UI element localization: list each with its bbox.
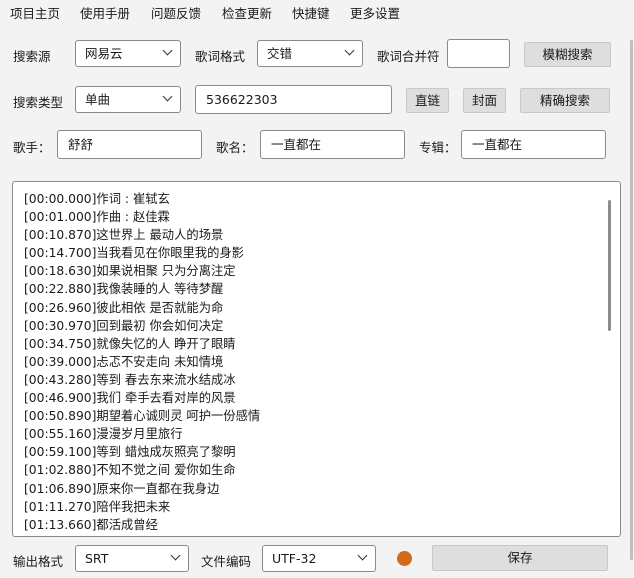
song-name-label: 歌名： (216, 140, 254, 155)
lyrics-textarea[interactable]: [00:00.000]作词 : 崔轼玄 [00:01.000]作曲 : 赵佳霖 [0… (12, 181, 621, 537)
direct-link-button[interactable]: 直链 (406, 88, 449, 113)
lyric-line: [00:01.000]作曲 : 赵佳霖 (24, 210, 170, 225)
song-name-input[interactable]: 一直都在 (260, 130, 405, 159)
encoding-select[interactable]: UTF-32 (262, 545, 376, 572)
singer-label: 歌手： (13, 140, 51, 155)
lyric-line: [00:30.970]回到最初 你会如何决定 (24, 318, 224, 333)
album-input[interactable]: 一直都在 (461, 130, 606, 159)
lyric-line: [00:34.750]就像失忆的人 睁开了眼睛 (24, 336, 236, 351)
search-type-select[interactable]: 单曲 (75, 86, 181, 113)
chevron-down-icon (162, 91, 173, 102)
lyric-line: [01:11.270]陪伴我把未来 (24, 499, 171, 514)
source-select[interactable]: 网易云 (75, 40, 181, 67)
album-label: 专辑： (419, 140, 457, 155)
lyric-line: [01:06.890]原来你一直都在我身边 (24, 481, 220, 496)
menu-shortcuts[interactable]: 快捷键 (292, 3, 330, 22)
window-scrollbar[interactable] (630, 40, 633, 560)
menu-user-manual[interactable]: 使用手册 (80, 3, 130, 22)
format-label: 歌词格式 (195, 49, 246, 64)
lyric-line: [01:13.660]都活成曾经 (24, 517, 158, 532)
lyric-line: [00:39.000]忐忑不安走向 未知情境 (24, 354, 224, 369)
search-type-value: 单曲 (85, 92, 111, 107)
output-format-select[interactable]: SRT (75, 545, 189, 572)
chevron-down-icon (170, 550, 181, 561)
output-format-label: 输出格式 (13, 554, 64, 569)
lyric-line: [00:10.870]这世界上 最动人的场景 (24, 228, 224, 243)
lyric-line: [00:55.160]漫漫岁月里旅行 (24, 427, 183, 442)
encoding-value: UTF-32 (272, 551, 317, 566)
lyric-line: [00:22.880]我像装睡的人 等待梦醒 (24, 282, 224, 297)
format-select-value: 交错 (267, 46, 293, 61)
song-id-input[interactable]: 536622303 (195, 85, 392, 114)
lyrics-scrollbar[interactable] (608, 200, 611, 331)
lyric-line: [00:46.900]我们 牵手去看对岸的风景 (24, 391, 236, 406)
lyric-line: [00:18.630]如果说相聚 只为分离注定 (24, 264, 236, 279)
status-dot-icon (397, 551, 412, 566)
format-select[interactable]: 交错 (257, 40, 363, 67)
lyric-line: [00:43.280]等到 春去东来流水结成冰 (24, 372, 236, 387)
lyric-line: [00:59.100]等到 蜡烛成灰照亮了黎明 (24, 445, 236, 460)
lyric-line: [00:14.700]当我看见在你眼里我的身影 (24, 246, 244, 261)
save-button[interactable]: 保存 (432, 545, 608, 571)
menu-feedback[interactable]: 问题反馈 (151, 3, 201, 22)
search-type-label: 搜索类型 (13, 95, 64, 110)
menu-project-home[interactable]: 项目主页 (10, 3, 60, 22)
chevron-down-icon (162, 45, 173, 56)
lyric-line: [00:00.000]作词 : 崔轼玄 (24, 192, 170, 206)
lyric-line: [01:02.880]不知不觉之间 爱你如生命 (24, 463, 236, 478)
fuzzy-search-button[interactable]: 模糊搜索 (524, 42, 611, 67)
cover-button[interactable]: 封面 (463, 88, 506, 113)
lyrics-lines: [00:00.000]作词 : 崔轼玄 [00:01.000]作曲 : 赵佳霖 [0… (24, 190, 260, 534)
singer-input[interactable]: 舒舒 (57, 130, 202, 159)
exact-search-button[interactable]: 精确搜索 (520, 88, 610, 113)
chevron-down-icon (357, 550, 368, 561)
merge-label: 歌词合并符 (377, 49, 440, 64)
lyric-line: [00:26.960]彼此相依 是否就能为命 (24, 300, 224, 315)
source-select-value: 网易云 (85, 46, 123, 61)
encoding-label: 文件编码 (201, 554, 252, 569)
menu-check-update[interactable]: 检查更新 (222, 3, 272, 22)
menu-more-settings[interactable]: 更多设置 (350, 3, 400, 22)
source-label: 搜索源 (13, 49, 51, 64)
chevron-down-icon (344, 45, 355, 56)
lyric-line: [00:50.890]期望着心诚则灵 呵护一份感情 (24, 409, 261, 424)
output-format-value: SRT (85, 551, 109, 566)
merge-input[interactable] (447, 39, 510, 68)
